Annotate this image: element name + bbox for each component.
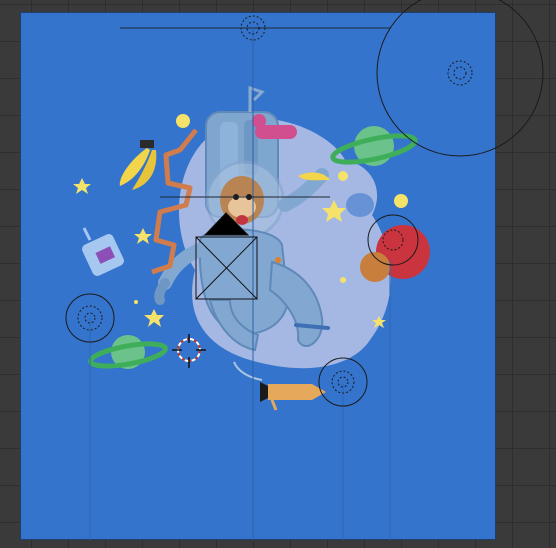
planet-green-left[interactable] — [88, 335, 168, 370]
3d-cursor-icon[interactable] — [172, 334, 206, 368]
planet-green-right[interactable] — [330, 126, 418, 168]
rocket[interactable] — [260, 382, 326, 411]
scene-canvas[interactable] — [0, 0, 556, 548]
walkie-talkie[interactable] — [80, 227, 125, 278]
planet-orange[interactable] — [360, 252, 390, 282]
light-area[interactable] — [376, 0, 544, 157]
bananas[interactable] — [119, 140, 157, 190]
moon-crater — [346, 193, 374, 217]
3d-viewport[interactable] — [0, 0, 556, 548]
